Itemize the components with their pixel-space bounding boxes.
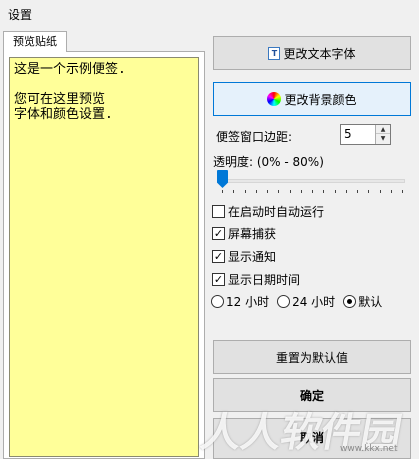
window-title: 设置	[8, 8, 33, 22]
time-format-group: 12 小时 24 小时 默认	[211, 293, 390, 310]
sample-note: 这是一个示例便签. 您可在这里预览 字体和颜色设置.	[9, 57, 199, 457]
radio-label: 12 小时	[226, 295, 270, 309]
slider-tick	[278, 190, 280, 193]
note-line: 字体和颜色设置.	[14, 107, 113, 122]
margin-value[interactable]: 5	[344, 127, 352, 141]
margin-spinbox[interactable]: 5 ▲ ▼	[340, 124, 391, 145]
slider-tick	[255, 190, 257, 193]
checkbox-autostart[interactable]: 在启动时自动运行	[212, 203, 324, 220]
reset-defaults-button[interactable]: 重置为默认值	[213, 340, 411, 374]
checkbox-label: 屏幕捕获	[228, 227, 277, 241]
radio-default[interactable]: 默认	[343, 293, 382, 310]
slider-tick	[233, 190, 235, 193]
checkbox-label: 显示日期时间	[228, 273, 301, 287]
radio-24-hour[interactable]: 24 小时	[277, 293, 335, 310]
margin-label: 便签窗口边距:	[216, 130, 293, 144]
spin-buttons: ▲ ▼	[375, 125, 390, 144]
slider-tick	[267, 190, 268, 193]
checkbox-show-notification[interactable]: ✓ 显示通知	[212, 248, 276, 265]
font-icon: T	[268, 46, 281, 60]
radio-dot[interactable]	[211, 295, 224, 308]
slider-tick	[357, 190, 358, 193]
cancel-button[interactable]: 取消	[213, 418, 411, 459]
radio-dot[interactable]	[277, 295, 291, 308]
checkbox-label: 在启动时自动运行	[228, 205, 325, 219]
settings-window: 设置 预览贴纸 这是一个示例便签. 您可在这里预览 字体和颜色设置. T 更改文…	[0, 0, 419, 459]
slider-tick	[323, 190, 325, 193]
checkbox-box[interactable]: ✓	[212, 250, 225, 263]
slider-tick	[368, 190, 370, 193]
ok-button[interactable]: 确定	[213, 378, 411, 412]
slider-tick	[390, 190, 392, 193]
slider-tick	[222, 190, 223, 193]
slider-tick	[334, 190, 336, 193]
slider-tick	[289, 190, 291, 193]
slider-tick	[300, 190, 302, 193]
slider-tick	[379, 190, 381, 193]
change-background-color-button[interactable]: 更改背景颜色	[213, 82, 411, 116]
checkbox-box[interactable]: ✓	[212, 273, 225, 286]
note-line	[14, 77, 194, 92]
note-line: 您可在这里预览	[14, 92, 106, 107]
checkbox-box[interactable]: ✓	[212, 227, 225, 240]
tab-preview-note[interactable]: 预览贴纸	[3, 31, 67, 52]
radio-label: 24 小时	[292, 295, 336, 309]
slider-track	[217, 179, 405, 183]
spin-up-icon[interactable]: ▲	[376, 125, 390, 134]
checkbox-show-datetime[interactable]: ✓ 显示日期时间	[212, 271, 300, 288]
slider-tick	[345, 190, 347, 193]
slider-tick	[244, 190, 246, 193]
change-font-label: 更改文本字体	[283, 46, 356, 61]
opacity-slider[interactable]	[213, 168, 411, 194]
color-wheel-icon	[267, 92, 282, 106]
change-background-label: 更改背景颜色	[284, 92, 357, 107]
slider-tick	[312, 190, 313, 193]
change-font-button[interactable]: T 更改文本字体	[213, 36, 411, 70]
checkbox-box[interactable]	[212, 205, 225, 218]
slider-thumb[interactable]	[217, 170, 228, 188]
slider-ticks	[222, 190, 403, 194]
radio-12-hour[interactable]: 12 小时	[211, 293, 269, 310]
slider-tick	[402, 190, 403, 193]
radio-dot[interactable]	[343, 295, 357, 308]
checkbox-label: 显示通知	[228, 250, 277, 264]
checkbox-screen-capture[interactable]: ✓ 屏幕捕获	[212, 225, 276, 242]
preview-pane: 这是一个示例便签. 您可在这里预览 字体和颜色设置.	[3, 51, 205, 459]
note-line: 这是一个示例便签.	[14, 62, 126, 77]
radio-label: 默认	[358, 295, 383, 309]
spin-down-icon[interactable]: ▼	[376, 134, 390, 143]
